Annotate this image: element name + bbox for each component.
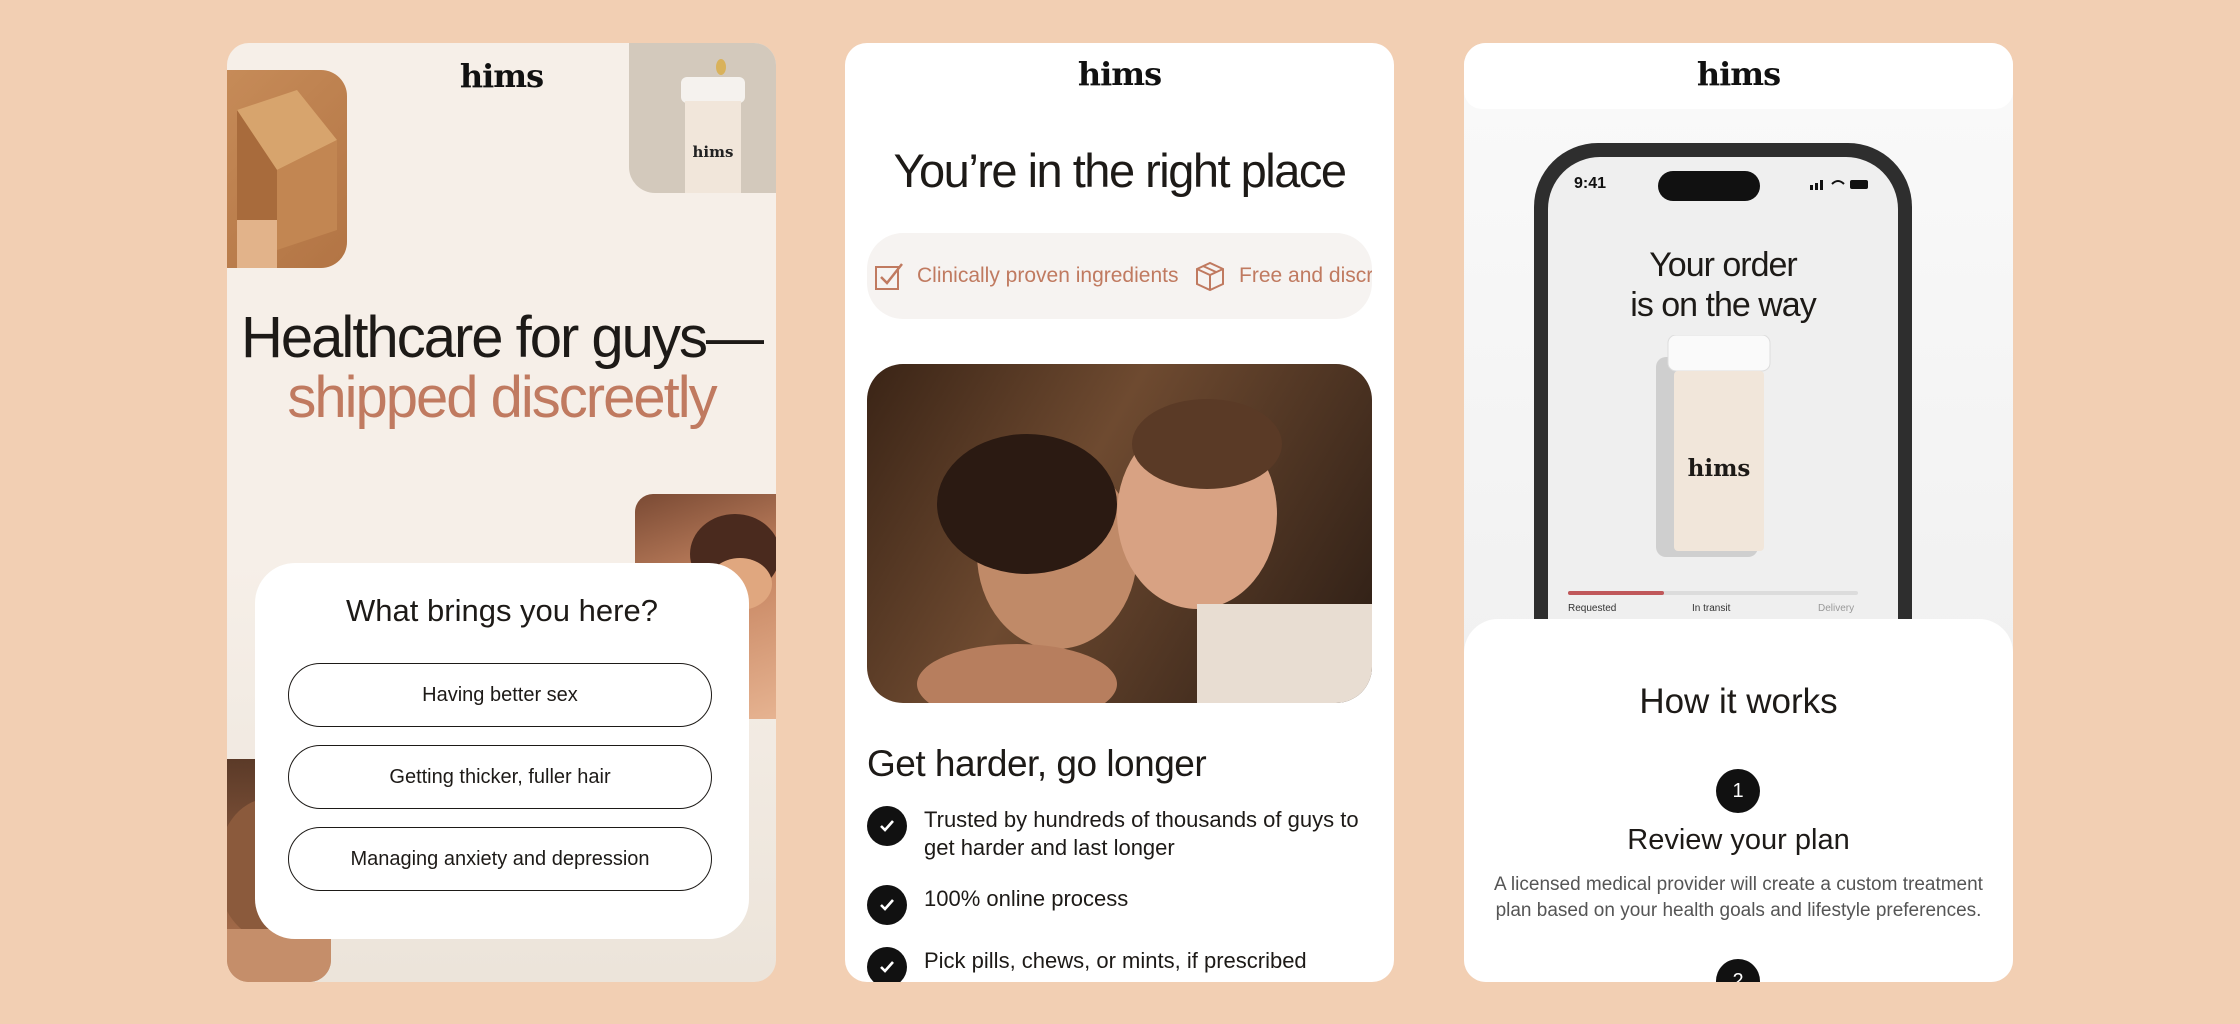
headline-line1: Healthcare for guys—: [241, 305, 764, 370]
headline-line2: shipped discreetly: [287, 365, 717, 430]
status-time: 9:41: [1574, 175, 1607, 192]
order-title-line1: Your order: [1649, 246, 1798, 284]
option-better-sex[interactable]: Having better sex: [288, 663, 712, 727]
list-item-text: Trusted by hundreds of thousands of guys…: [924, 807, 1359, 860]
question-title: What brings you here?: [346, 593, 658, 628]
dynamic-island: [1658, 171, 1760, 201]
step-title: Review your plan: [1627, 824, 1850, 856]
list-item-text: Pick pills, chews, or mints, if prescrib…: [924, 948, 1307, 973]
screen-how-it-works: 9:41 Your order is on the way hims Reque…: [1464, 43, 2013, 982]
benefits-carousel[interactable]: Clinically proven ingredients Free and d…: [867, 233, 1372, 319]
screen-right-place: hims You’re in the right place Clinicall…: [845, 43, 1394, 982]
step-in-transit: In transit: [1692, 603, 1731, 614]
list-item: 100% online process: [867, 885, 1364, 925]
couple-illustration: [917, 399, 1372, 703]
hero-headline: Healthcare for guys— shipped discreetly: [227, 308, 776, 428]
page-title: You’re in the right place: [893, 144, 1347, 197]
how-it-works-title: How it works: [1639, 682, 1838, 721]
section-heading: Get harder, go longer: [867, 743, 1207, 784]
benefit-clinical-label: Clinically proven ingredients: [917, 264, 1179, 287]
header: hims: [1464, 43, 2013, 109]
option-anxiety[interactable]: Managing anxiety and depression: [288, 827, 712, 891]
checkmark-icon: [867, 885, 907, 925]
screen-healthcare: hims hims Healthcare for guys— shipped d…: [227, 43, 776, 982]
step-description: A licensed medical provider will create …: [1494, 874, 1983, 921]
question-card: What brings you here? Having better sex …: [255, 563, 749, 939]
order-title: Your order is on the way: [1548, 245, 1898, 325]
checkbox-icon: [875, 263, 903, 290]
order-title-line2: is on the way: [1630, 286, 1816, 324]
status-icons: [1810, 177, 1870, 190]
bottle-label: hims: [1687, 455, 1751, 482]
checkmark-icon: [867, 947, 907, 982]
benefit-discreet-label: Free and discreet: [1239, 264, 1372, 287]
how-it-works-card: How it works 1 Review your plan A licens…: [1464, 619, 2013, 982]
signal-battery-icon: [1810, 180, 1868, 190]
delivery-progress-fill: [1568, 591, 1664, 595]
pill-bottle-illustration: [681, 59, 745, 193]
hims-logo[interactable]: hims: [1464, 55, 2013, 93]
phone-screen: 9:41 Your order is on the way hims Reque…: [1548, 157, 1898, 663]
benefit-discreet: Free and discreet: [1193, 233, 1372, 319]
bottle-photo: hims: [629, 43, 776, 193]
phone-mockup: 9:41 Your order is on the way hims Reque…: [1534, 143, 1912, 663]
pill-bottle-illustration: [1656, 335, 1771, 557]
step-number: 1: [1716, 769, 1760, 813]
delivery-progress: [1568, 591, 1858, 595]
list-item: Trusted by hundreds of thousands of guys…: [867, 806, 1364, 862]
couple-photo: [867, 364, 1372, 703]
package-box-illustration: [237, 90, 337, 268]
box-icon: [1196, 261, 1224, 292]
step-requested: Requested: [1568, 603, 1617, 614]
checkmark-icon: [867, 806, 907, 846]
bottle-label: hims: [692, 143, 734, 161]
step-delivery: Delivery: [1818, 603, 1855, 614]
list-item: Pick pills, chews, or mints, if prescrib…: [867, 947, 1364, 982]
option-hair[interactable]: Getting thicker, fuller hair: [288, 745, 712, 809]
hims-logo[interactable]: hims: [845, 55, 1394, 93]
step-number: 2: [1716, 959, 1760, 982]
benefit-clinical: Clinically proven ingredients: [873, 233, 1178, 319]
package-photo: [227, 70, 347, 268]
list-item-text: 100% online process: [924, 886, 1129, 911]
